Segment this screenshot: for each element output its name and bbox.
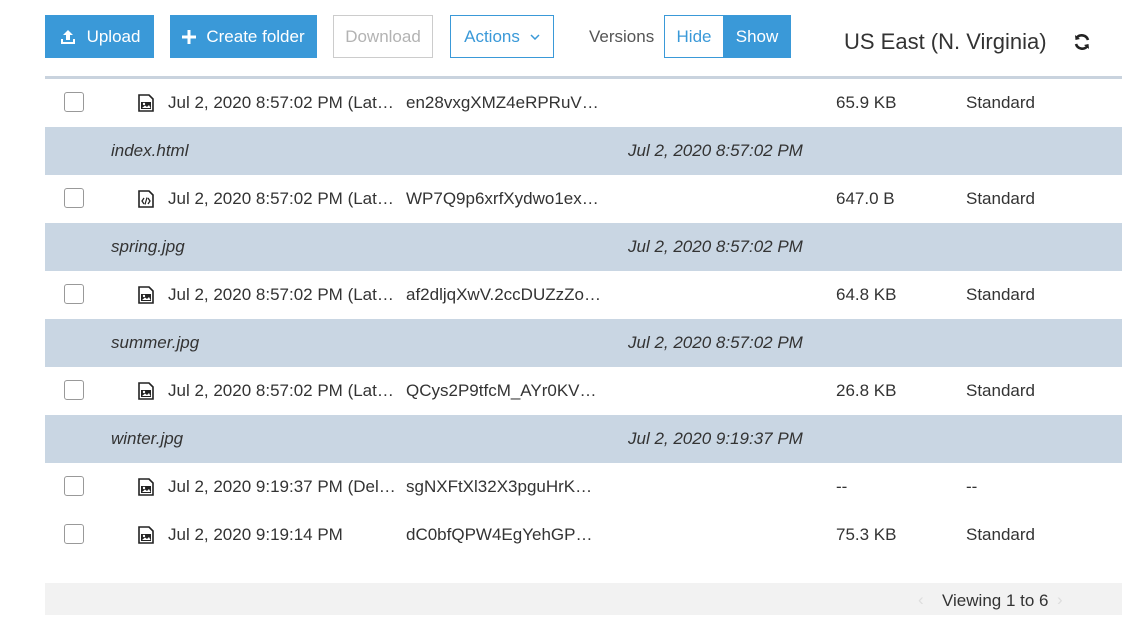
- version-size: 64.8 KB: [836, 285, 897, 304]
- upload-label: Upload: [86, 26, 141, 46]
- file-group-row[interactable]: summer.jpg Jul 2, 2020 8:57:02 PM: [45, 319, 1122, 367]
- version-id[interactable]: dC0bfQPW4EgYehGP6…: [406, 525, 601, 545]
- version-size: 26.8 KB: [836, 381, 897, 400]
- create-folder-label: Create folder: [206, 26, 305, 46]
- version-id[interactable]: en28vxgXMZ4eRPRuV…: [406, 93, 601, 113]
- versions-hide-toggle[interactable]: Hide: [664, 15, 724, 58]
- image-file-icon: [136, 93, 156, 113]
- show-label: Show: [735, 26, 779, 46]
- download-button[interactable]: Download: [333, 15, 433, 58]
- code-file-icon: [136, 189, 156, 209]
- file-name[interactable]: winter.jpg: [111, 429, 183, 449]
- image-file-icon: [136, 525, 156, 545]
- version-row[interactable]: Jul 2, 2020 8:57:02 PM (Lat… QCys2P9tfcM_…: [45, 367, 1122, 415]
- upload-button[interactable]: Upload: [45, 15, 154, 58]
- storage-class: Standard: [966, 285, 1035, 304]
- row-checkbox[interactable]: [64, 92, 84, 112]
- row-checkbox[interactable]: [64, 380, 84, 400]
- version-row[interactable]: Jul 2, 2020 8:57:02 PM (Lat… af2dljqXwV.2…: [45, 271, 1122, 319]
- version-row[interactable]: Jul 2, 2020 9:19:37 PM (Del… sgNXFtXl32X3…: [45, 463, 1122, 511]
- file-name[interactable]: summer.jpg: [111, 333, 199, 353]
- row-checkbox[interactable]: [64, 188, 84, 208]
- pagination-bar: ‹ Viewing 1 to 6 ›: [45, 583, 1122, 615]
- row-checkbox[interactable]: [64, 284, 84, 304]
- version-date: Jul 2, 2020 8:57:02 PM (Lat…: [168, 189, 394, 208]
- image-file-icon: [136, 285, 156, 305]
- row-checkbox[interactable]: [64, 524, 84, 544]
- version-id[interactable]: WP7Q9p6xrfXydwo1ex…: [406, 189, 601, 209]
- plus-icon: [182, 29, 197, 44]
- actions-dropdown[interactable]: Actions: [450, 15, 554, 58]
- image-file-icon: [136, 477, 156, 497]
- version-size: --: [836, 477, 848, 496]
- file-name[interactable]: index.html: [111, 141, 188, 161]
- row-checkbox[interactable]: [64, 476, 84, 496]
- version-row[interactable]: Jul 2, 2020 9:19:14 PM dC0bfQPW4EgYehGP6……: [45, 511, 1122, 559]
- toolbar: Upload Create folder Download Actions Ve…: [0, 0, 1127, 76]
- file-date: Jul 2, 2020 8:57:02 PM: [628, 237, 803, 256]
- version-row[interactable]: Jul 2, 2020 8:57:02 PM (Lat… en28vxgXMZ4e…: [45, 79, 1122, 127]
- version-id[interactable]: QCys2P9tfcM_AYr0KV…: [406, 381, 601, 401]
- file-group-row[interactable]: spring.jpg Jul 2, 2020 8:57:02 PM: [45, 223, 1122, 271]
- version-date: Jul 2, 2020 9:19:14 PM: [168, 525, 343, 544]
- version-date: Jul 2, 2020 8:57:02 PM (Lat…: [168, 93, 394, 112]
- version-id[interactable]: af2dljqXwV.2ccDUZzZo…: [406, 285, 601, 305]
- storage-class: Standard: [966, 381, 1035, 400]
- versions-show-toggle[interactable]: Show: [723, 15, 791, 58]
- create-folder-button[interactable]: Create folder: [170, 15, 317, 58]
- chevron-down-icon: [530, 33, 540, 40]
- file-date: Jul 2, 2020 8:57:02 PM: [628, 141, 803, 160]
- file-date: Jul 2, 2020 8:57:02 PM: [628, 333, 803, 352]
- versions-label: Versions: [589, 27, 655, 46]
- object-version-list: Jul 2, 2020 8:57:02 PM (Lat… en28vxgXMZ4e…: [45, 79, 1122, 559]
- version-date: Jul 2, 2020 8:57:02 PM (Lat…: [168, 285, 394, 304]
- file-group-row[interactable]: winter.jpg Jul 2, 2020 9:19:37 PM: [45, 415, 1122, 463]
- version-date: Jul 2, 2020 9:19:37 PM (Del…: [168, 477, 396, 496]
- actions-label: Actions: [464, 26, 520, 46]
- version-id[interactable]: sgNXFtXl32X3pguHrKZ…: [406, 477, 601, 497]
- file-name[interactable]: spring.jpg: [111, 237, 185, 257]
- previous-page-button[interactable]: ‹: [918, 590, 924, 610]
- next-page-button[interactable]: ›: [1057, 590, 1063, 610]
- storage-class: Standard: [966, 93, 1035, 112]
- storage-class: Standard: [966, 525, 1035, 544]
- version-size: 75.3 KB: [836, 525, 897, 544]
- region-label: US East (N. Virginia): [844, 29, 1047, 54]
- download-label: Download: [345, 26, 421, 46]
- version-size: 647.0 B: [836, 189, 895, 208]
- pagination-status: Viewing 1 to 6: [942, 591, 1049, 610]
- file-date: Jul 2, 2020 9:19:37 PM: [628, 429, 803, 448]
- version-row[interactable]: Jul 2, 2020 8:57:02 PM (Lat… WP7Q9p6xrfXy…: [45, 175, 1122, 223]
- version-date: Jul 2, 2020 8:57:02 PM (Lat…: [168, 381, 394, 400]
- storage-class: --: [966, 477, 978, 496]
- storage-class: Standard: [966, 189, 1035, 208]
- image-file-icon: [136, 381, 156, 401]
- version-size: 65.9 KB: [836, 93, 897, 112]
- refresh-icon[interactable]: [1071, 31, 1093, 53]
- hide-label: Hide: [676, 26, 712, 46]
- upload-icon: [59, 28, 77, 46]
- file-group-row[interactable]: index.html Jul 2, 2020 8:57:02 PM: [45, 127, 1122, 175]
